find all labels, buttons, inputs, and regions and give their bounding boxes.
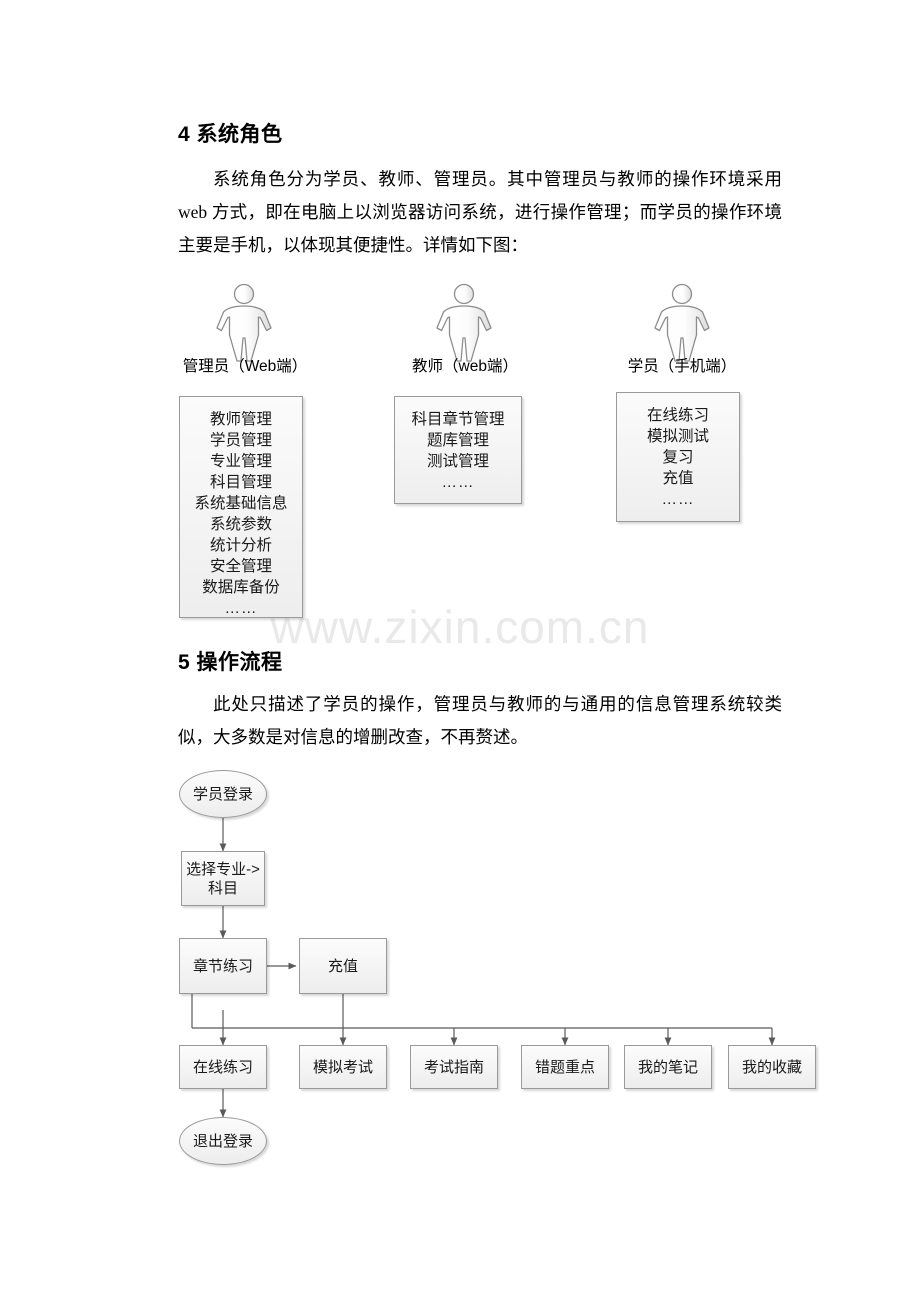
document-page: 4 系统角色 系统角色分为学员、教师、管理员。其中管理员与教师的操作环境采用 w… bbox=[0, 0, 920, 1302]
role-feature: 专业管理 bbox=[209, 453, 272, 470]
flow-node-my-notes[interactable]: 我的笔记 bbox=[624, 1045, 712, 1089]
role-feature: 题库管理 bbox=[426, 432, 489, 449]
flow-node-my-favorites[interactable]: 我的收藏 bbox=[728, 1045, 816, 1089]
role-feature: 测试管理 bbox=[426, 453, 489, 470]
actor-teacher-icon bbox=[432, 283, 496, 365]
role-feature: 在线练习 bbox=[646, 407, 709, 424]
section-5-heading: 5 操作流程 bbox=[178, 651, 283, 674]
role-feature: 教师管理 bbox=[209, 411, 272, 428]
role-feature: 统计分析 bbox=[209, 537, 272, 554]
role-feature: 数据库备份 bbox=[202, 579, 280, 596]
section-5-paragraph: 此处只描述了学员的操作，管理员与教师的与通用的信息管理系统较类似，大多数是对信息… bbox=[178, 694, 782, 747]
flow-node-online-practice[interactable]: 在线练习 bbox=[179, 1045, 267, 1089]
role-feature-ellipsis: …… bbox=[224, 600, 258, 617]
role-box-teacher: 科目章节管理 题库管理 测试管理 …… bbox=[394, 396, 522, 504]
flow-node-login[interactable]: 学员登录 bbox=[179, 770, 267, 818]
actor-admin-icon bbox=[212, 283, 276, 365]
role-box-admin: 教师管理 学员管理 专业管理 科目管理 系统基础信息 系统参数 统计分析 安全管… bbox=[179, 396, 303, 618]
role-feature: 系统基础信息 bbox=[194, 495, 288, 512]
role-feature: 学员管理 bbox=[209, 432, 272, 449]
flow-node-chapter-practice[interactable]: 章节练习 bbox=[179, 938, 267, 994]
section-4-heading: 4 系统角色 bbox=[178, 123, 283, 146]
operation-flowchart: 学员登录 选择专业-> 科目 章节练习 充值 在线练习 模拟考试 考试指南 错题… bbox=[0, 760, 920, 1180]
role-feature: 复习 bbox=[662, 449, 694, 466]
flow-node-select-major-subject[interactable]: 选择专业-> 科目 bbox=[181, 851, 265, 906]
actor-student-icon bbox=[650, 283, 714, 365]
flow-node-wrong-questions[interactable]: 错题重点 bbox=[521, 1045, 609, 1089]
role-feature-ellipsis: …… bbox=[441, 474, 475, 491]
section-4-paragraph: 系统角色分为学员、教师、管理员。其中管理员与教师的操作环境采用 web 方式，即… bbox=[178, 169, 782, 255]
role-feature: 模拟测试 bbox=[646, 428, 709, 445]
actor-student-label: 学员（手机端） bbox=[627, 358, 737, 375]
role-box-student: 在线练习 模拟测试 复习 充值 …… bbox=[616, 392, 740, 522]
role-feature: 安全管理 bbox=[209, 558, 272, 575]
flow-node-recharge[interactable]: 充值 bbox=[299, 938, 387, 994]
role-feature: 充值 bbox=[662, 470, 694, 487]
flowchart-connectors bbox=[191, 818, 776, 1118]
actor-teacher-label: 教师（web端） bbox=[412, 358, 518, 375]
flow-node-exam-guide[interactable]: 考试指南 bbox=[410, 1045, 498, 1089]
role-feature: 科目管理 bbox=[209, 474, 272, 491]
role-feature: 系统参数 bbox=[209, 516, 272, 533]
role-feature: 科目章节管理 bbox=[411, 411, 505, 428]
role-feature-ellipsis: …… bbox=[661, 491, 695, 508]
flow-node-mock-exam[interactable]: 模拟考试 bbox=[299, 1045, 387, 1089]
flow-node-logout[interactable]: 退出登录 bbox=[179, 1117, 267, 1165]
actor-admin-label: 管理员（Web端） bbox=[182, 358, 308, 375]
